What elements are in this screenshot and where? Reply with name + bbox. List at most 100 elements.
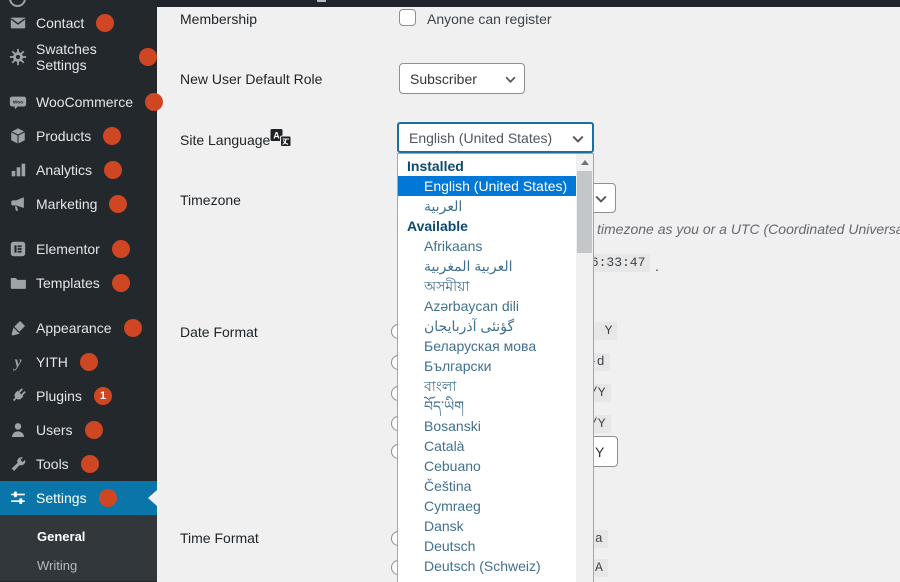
sidebar-item-label: Products: [36, 128, 91, 144]
time-format-label: Time Format: [180, 530, 259, 546]
chevron-down-icon: [505, 76, 516, 83]
language-option-label: Installed: [407, 158, 464, 174]
update-count-badge: [81, 455, 99, 473]
language-option-label: Available: [407, 218, 468, 234]
language-option[interactable]: Deutsch: [398, 536, 576, 556]
woo-icon: [9, 93, 27, 111]
update-count-badge: 1: [94, 387, 112, 405]
date-format-custom-value: Y: [595, 444, 604, 460]
admin-menu: Contact Swatches Settings WooCommerce Pr…: [0, 0, 157, 515]
language-option[interactable]: བོད་ཡིག: [398, 396, 576, 416]
settings-submenu: GeneralWriting: [0, 515, 157, 581]
language-option[interactable]: Azərbaycan dili: [398, 296, 576, 316]
language-option[interactable]: অসমীয়া: [398, 276, 576, 296]
update-count-badge: [96, 14, 114, 32]
language-option[interactable]: Čeština: [398, 476, 576, 496]
language-option[interactable]: English (United States): [398, 176, 576, 196]
sidebar-item-settings[interactable]: Settings: [0, 481, 157, 515]
sidebar-item-users[interactable]: Users: [0, 413, 157, 447]
update-count-badge: [112, 274, 130, 292]
language-option[interactable]: Cymraeg: [398, 496, 576, 516]
megaphone-icon: [9, 195, 27, 213]
sidebar-item-appearance[interactable]: Appearance: [0, 311, 157, 345]
sidebar-item-label: Appearance: [36, 320, 112, 336]
language-option[interactable]: العربية: [398, 196, 576, 216]
admin-top-bar: [157, 0, 900, 7]
sidebar-item-swatches-settings[interactable]: Swatches Settings: [0, 40, 157, 74]
language-option-label: Català: [424, 438, 464, 454]
update-count-badge: [145, 93, 163, 111]
sidebar-item-templates[interactable]: Templates: [0, 266, 157, 300]
cube-icon: [9, 127, 27, 145]
language-option[interactable]: گؤنئی آذربایجان: [398, 316, 576, 336]
sidebar-item-marketing[interactable]: Marketing: [0, 187, 157, 221]
scroll-up-arrow-icon: [581, 160, 589, 165]
sidebar-item-plugins[interactable]: Plugins 1: [0, 379, 157, 413]
user-icon: [9, 421, 27, 439]
language-option-label: Cymraeg: [424, 498, 481, 514]
sidebar-item-label: Templates: [36, 275, 100, 291]
language-option-label: Afrikaans: [424, 238, 482, 254]
update-count-badge: [109, 195, 127, 213]
language-group-label: Available: [398, 216, 576, 236]
language-dropdown-popup: Installed English (United States) العربي…: [397, 153, 594, 582]
language-option-label: བོད་ཡིག: [424, 398, 464, 414]
update-count-badge: [112, 240, 130, 258]
scrollbar-thumb[interactable]: [577, 171, 592, 253]
wrench-icon: [9, 455, 27, 473]
sidebar-item-elementor[interactable]: Elementor: [0, 232, 157, 266]
submenu-item-writing[interactable]: Writing: [0, 551, 157, 580]
new-user-default-role-label: New User Default Role: [180, 71, 322, 87]
sidebar-item-tools[interactable]: Tools: [0, 447, 157, 481]
sidebar-item-woocommerce[interactable]: WooCommerce: [0, 85, 157, 119]
scroll-up-button[interactable]: [576, 154, 593, 171]
timezone-label: Timezone: [180, 192, 241, 208]
universal-time-period: .: [655, 258, 659, 274]
svg-text:A: A: [273, 131, 280, 141]
language-option[interactable]: Català: [398, 436, 576, 456]
sidebar-item-analytics[interactable]: Analytics: [0, 153, 157, 187]
chevron-down-icon: [572, 135, 584, 143]
sidebar-item-contact[interactable]: Contact: [0, 6, 157, 40]
update-count-badge: [104, 161, 122, 179]
language-option-label: Bosanski: [424, 418, 481, 434]
language-option[interactable]: বাংলা: [398, 376, 576, 396]
folder-icon: [9, 274, 27, 292]
sidebar-item-label: Analytics: [36, 162, 92, 178]
language-option[interactable]: Afrikaans: [398, 236, 576, 256]
dropdown-scrollbar[interactable]: [576, 154, 593, 582]
update-count-badge: [85, 421, 103, 439]
chevron-down-icon: [595, 195, 607, 203]
chart-icon: [9, 161, 27, 179]
language-option[interactable]: Dansk: [398, 516, 576, 536]
elementor-icon: [9, 240, 27, 258]
date-format-label: Date Format: [180, 324, 258, 340]
sidebar-item-label: Tools: [36, 456, 69, 472]
sidebar-item-label: YITH: [36, 354, 68, 370]
language-option-label: Cebuano: [424, 458, 481, 474]
language-option[interactable]: Deutsch (Schweiz): [398, 556, 576, 576]
yith-icon: [9, 353, 27, 371]
update-count-badge: [124, 319, 142, 337]
anyone-can-register-checkbox[interactable]: [399, 9, 416, 26]
submenu-item-general[interactable]: General: [0, 522, 157, 551]
language-option[interactable]: Български: [398, 356, 576, 376]
envelope-icon: [9, 14, 27, 32]
sidebar-item-yith[interactable]: YITH: [0, 345, 157, 379]
sidebar-item-label: Settings: [36, 490, 87, 506]
language-option[interactable]: Cebuano: [398, 456, 576, 476]
language-option[interactable]: العربية المغربية: [398, 256, 576, 276]
sidebar-item-label: Elementor: [36, 241, 100, 257]
new-user-default-role-select[interactable]: Subscriber: [399, 63, 525, 94]
language-option-list: Installed English (United States) العربي…: [398, 156, 576, 582]
update-count-badge: [99, 489, 117, 507]
language-option-label: Azərbaycan dili: [424, 298, 519, 314]
site-language-select[interactable]: English (United States): [397, 122, 594, 153]
language-option-label: English (United States): [424, 178, 567, 194]
wordpress-general-settings-screen: Contact Swatches Settings WooCommerce Pr…: [0, 0, 900, 582]
sidebar-item-products[interactable]: Products: [0, 119, 157, 153]
language-option-label: گؤنئی آذربایجان: [424, 318, 514, 334]
language-option[interactable]: Bosanski: [398, 416, 576, 436]
sidebar-item-label: Users: [36, 422, 73, 438]
language-option[interactable]: Беларуская мова: [398, 336, 576, 356]
